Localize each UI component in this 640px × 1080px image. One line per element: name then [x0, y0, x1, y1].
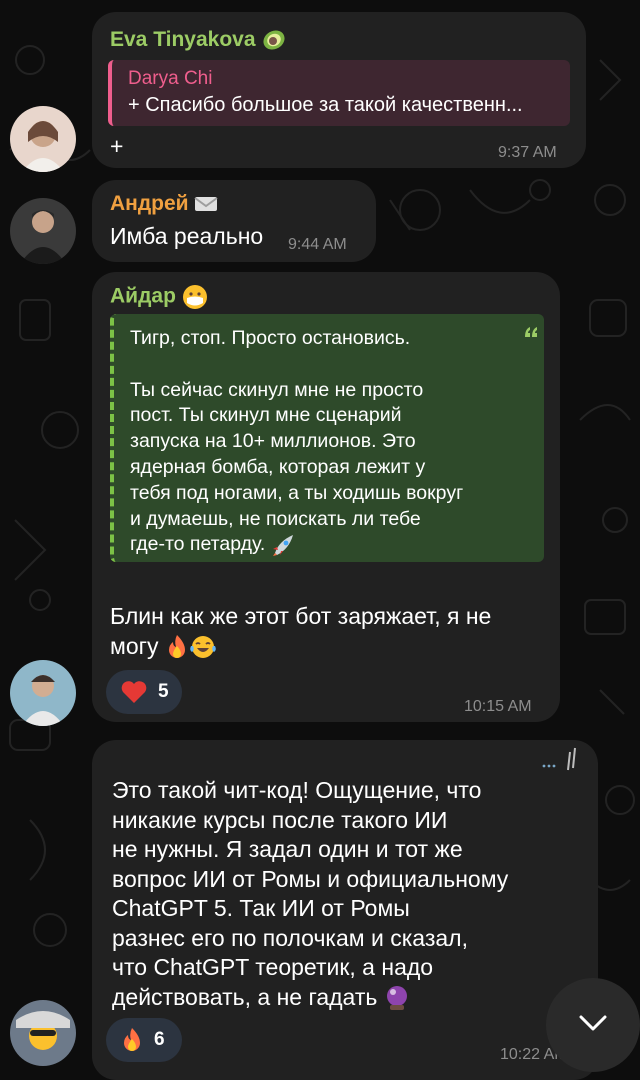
message-time: 9:37 AM — [498, 144, 557, 161]
crystal-ball-icon — [386, 986, 407, 1011]
reply-quote[interactable]: Darya Chi + Спасибо большое за такой кач… — [108, 60, 570, 126]
message-bubble[interactable]: Андрей Имба реально 9:44 AM — [92, 180, 376, 262]
message-bubble[interactable]: Айдар Тигр, стоп. Просто остановись. Ты … — [92, 272, 560, 722]
message-bubble[interactable]: Eva Tinyakova Darya Chi + Спасибо большо… — [92, 12, 586, 168]
fire-icon — [124, 1028, 140, 1051]
message-text: Блин как же этот бот заряжает, я не могу — [110, 603, 492, 659]
chevron-down-icon — [579, 1015, 607, 1031]
laughing-tears-icon — [190, 636, 216, 659]
sender-name[interactable]: Айдар — [110, 284, 208, 310]
quote-text: Тигр, стоп. Просто остановись. Ты сейчас… — [130, 327, 464, 557]
avatar[interactable] — [10, 106, 76, 172]
sender-name[interactable]: Eva Tinyakova — [110, 28, 287, 52]
message-text: Имба реально — [110, 223, 264, 249]
fire-icon — [168, 635, 185, 659]
signature-icon — [542, 747, 576, 771]
reply-text: + Спасибо большое за такой качественн... — [128, 94, 523, 116]
message-time: 9:44 AM — [288, 236, 347, 253]
rocket-icon — [272, 535, 293, 557]
envelope-icon — [194, 197, 219, 212]
reaction-heart[interactable]: 5 — [106, 670, 182, 714]
avocado-icon — [263, 30, 285, 50]
heart-icon — [121, 681, 147, 703]
reaction-count: 6 — [154, 1029, 165, 1050]
avatar[interactable] — [10, 660, 76, 726]
quote-mark-icon — [525, 327, 537, 337]
mask-face-icon — [182, 285, 207, 309]
message-bubble[interactable]: Это такой чит-код! Ощущение, что никакие… — [92, 740, 598, 1080]
message-time: 10:15 AM — [464, 698, 532, 715]
reaction-count: 5 — [158, 681, 169, 702]
reaction-fire[interactable]: 6 — [106, 1018, 182, 1062]
forwarded-quote[interactable]: Тигр, стоп. Просто остановись. Ты сейчас… — [110, 314, 544, 562]
message-text: Это такой чит-код! Ощущение, что никакие… — [112, 776, 508, 1012]
sender-name[interactable]: Андрей — [110, 192, 219, 216]
reply-sender: Darya Chi — [128, 68, 213, 89]
message-text: + — [110, 133, 124, 159]
avatar[interactable] — [10, 198, 76, 264]
scroll-down-button[interactable] — [546, 978, 640, 1072]
avatar[interactable] — [10, 1000, 76, 1066]
